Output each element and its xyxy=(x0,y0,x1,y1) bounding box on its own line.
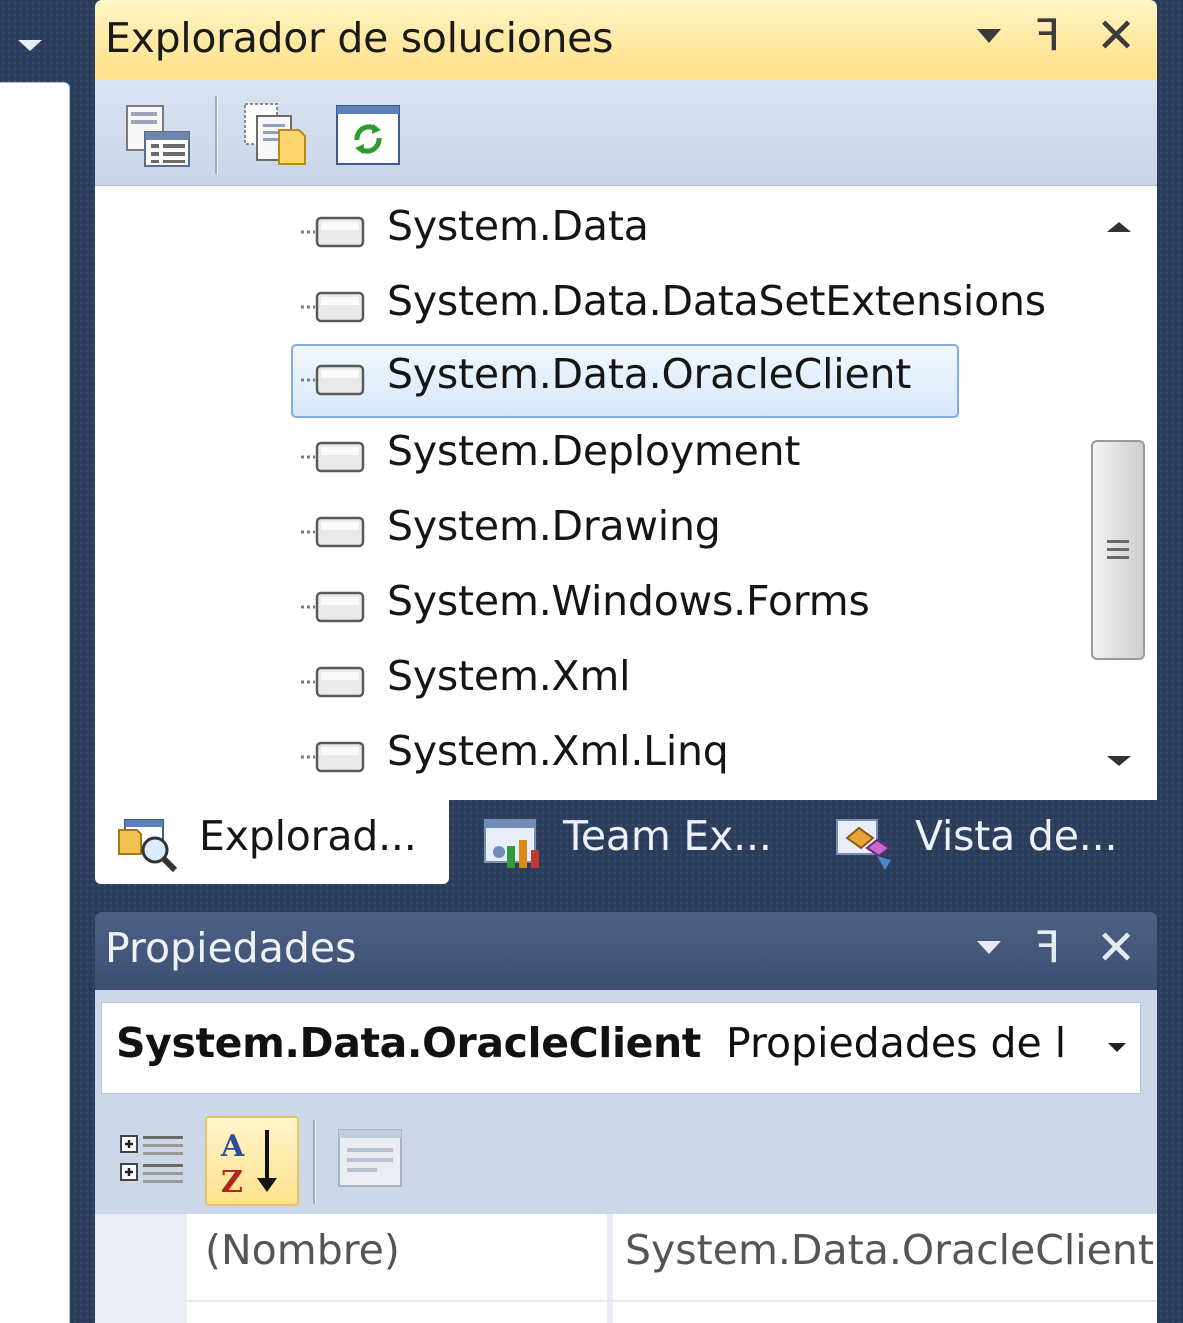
chevron-down-icon xyxy=(1108,1043,1126,1052)
left-panel-dropdown-icon[interactable] xyxy=(18,40,42,51)
object-selector-dropdown-button[interactable] xyxy=(1096,1011,1140,1085)
properties-title: Propiedades xyxy=(105,924,357,972)
tree-item-label: System.Deployment xyxy=(387,427,801,475)
tab-label: Explorad... xyxy=(199,812,417,860)
property-name-label[interactable]: (Nombre) xyxy=(205,1226,400,1274)
tab-class-view[interactable]: Vista de... xyxy=(811,800,1151,884)
tree-item-reference[interactable]: System.Xml xyxy=(295,646,1055,714)
scroll-up-arrow-icon[interactable] xyxy=(1107,222,1131,232)
tree-item-label: System.Xml xyxy=(387,652,631,700)
svg-text:A: A xyxy=(220,1129,245,1164)
auto-hide-pin-icon[interactable]: ꟻ xyxy=(1035,10,1060,61)
properties-toolbar: A Z xyxy=(95,1102,1157,1210)
tree-scrollbar[interactable] xyxy=(1085,186,1157,800)
solution-explorer-toolbar xyxy=(95,80,1157,186)
tab-label: Team Ex... xyxy=(563,812,772,860)
property-grid-margin xyxy=(95,1214,187,1323)
solution-tree[interactable]: System.Data System.Data.DataSetExtension… xyxy=(95,186,1157,800)
tree-item-reference[interactable]: System.Xml.Linq xyxy=(295,721,1055,789)
scroll-down-arrow-icon[interactable] xyxy=(1107,756,1131,766)
assembly-reference-icon xyxy=(301,666,365,698)
solution-explorer-title: Explorador de soluciones xyxy=(105,14,614,62)
toolbar-separator xyxy=(215,96,217,174)
properties-window: Propiedades ꟻ ✕ System.Data.OracleClient… xyxy=(95,912,1157,1323)
categorized-icon[interactable] xyxy=(117,1122,189,1194)
solution-explorer-titlebar[interactable]: Explorador de soluciones ꟻ ✕ xyxy=(95,0,1157,80)
assembly-reference-icon xyxy=(301,364,365,396)
svg-text:Z: Z xyxy=(221,1165,243,1200)
scrollbar-thumb[interactable] xyxy=(1091,440,1145,660)
close-icon[interactable]: ✕ xyxy=(1096,920,1136,976)
window-position-dropdown-icon[interactable] xyxy=(977,941,1001,954)
tab-team-explorer[interactable]: Team Ex... xyxy=(459,800,799,884)
window-position-dropdown-icon[interactable] xyxy=(977,29,1001,43)
tree-item-reference[interactable]: System.Drawing xyxy=(295,496,1055,564)
team-explorer-icon xyxy=(484,819,539,868)
selected-object-name: System.Data.OracleClient xyxy=(116,1019,702,1067)
auto-hide-pin-icon[interactable]: ꟻ xyxy=(1035,922,1060,973)
selected-object-type: Propiedades de l xyxy=(726,1019,1067,1067)
solution-explorer-window: Explorador de soluciones ꟻ ✕ System.Data… xyxy=(95,0,1157,884)
class-view-icon xyxy=(836,819,891,870)
property-pages-icon[interactable] xyxy=(335,1126,407,1192)
refresh-icon[interactable] xyxy=(331,98,405,172)
scroll-grip-icon xyxy=(1107,540,1129,559)
assembly-reference-icon xyxy=(301,441,365,473)
properties-titlebar[interactable]: Propiedades ꟻ ✕ xyxy=(95,912,1157,990)
alphabetical-sort-button[interactable]: A Z xyxy=(205,1116,299,1206)
sort-az-icon: A Z xyxy=(220,1129,277,1200)
assembly-reference-icon xyxy=(301,741,365,773)
editor-panel-edge xyxy=(0,82,70,1323)
tree-item-label: System.Xml.Linq xyxy=(387,727,729,775)
assembly-reference-icon xyxy=(301,516,365,548)
solution-explorer-icon xyxy=(118,819,178,873)
tree-item-label: System.Data xyxy=(387,202,649,250)
property-value[interactable]: System.Data.OracleClient xyxy=(625,1226,1155,1274)
assembly-reference-icon xyxy=(301,591,365,623)
assembly-reference-icon xyxy=(301,291,365,323)
tree-item-label: System.Windows.Forms xyxy=(387,577,870,625)
assembly-reference-icon xyxy=(301,216,365,248)
show-all-files-icon[interactable] xyxy=(235,98,309,172)
close-icon[interactable]: ✕ xyxy=(1096,8,1136,64)
property-grid[interactable]: (Nombre) System.Data.OracleClient xyxy=(95,1214,1157,1323)
property-grid-splitter[interactable] xyxy=(607,1214,613,1323)
explorer-tab-strip: Explorad... Team Ex... Vista de... xyxy=(95,800,1157,884)
tree-item-reference-selected[interactable]: System.Data.OracleClient xyxy=(291,344,1055,418)
tree-item-reference[interactable]: System.Data xyxy=(295,196,1055,264)
tree-item-reference[interactable]: System.Windows.Forms xyxy=(295,571,1055,639)
tab-solution-explorer[interactable]: Explorad... xyxy=(95,800,449,884)
properties-icon[interactable] xyxy=(121,98,195,172)
tree-item-reference[interactable]: System.Data.DataSetExtensions xyxy=(295,271,1055,339)
properties-body: System.Data.OracleClient Propiedades de … xyxy=(95,990,1157,1323)
tab-label: Vista de... xyxy=(915,812,1118,860)
tree-item-label: System.Data.OracleClient xyxy=(387,350,912,398)
toolbar-separator xyxy=(313,1120,315,1204)
tree-item-label: System.Data.DataSetExtensions xyxy=(387,277,1046,325)
tree-item-reference[interactable]: System.Deployment xyxy=(295,421,1055,489)
object-selector-combobox[interactable]: System.Data.OracleClient Propiedades de … xyxy=(101,1002,1141,1094)
property-row-divider xyxy=(187,1300,1157,1302)
tree-item-label: System.Drawing xyxy=(387,502,721,550)
